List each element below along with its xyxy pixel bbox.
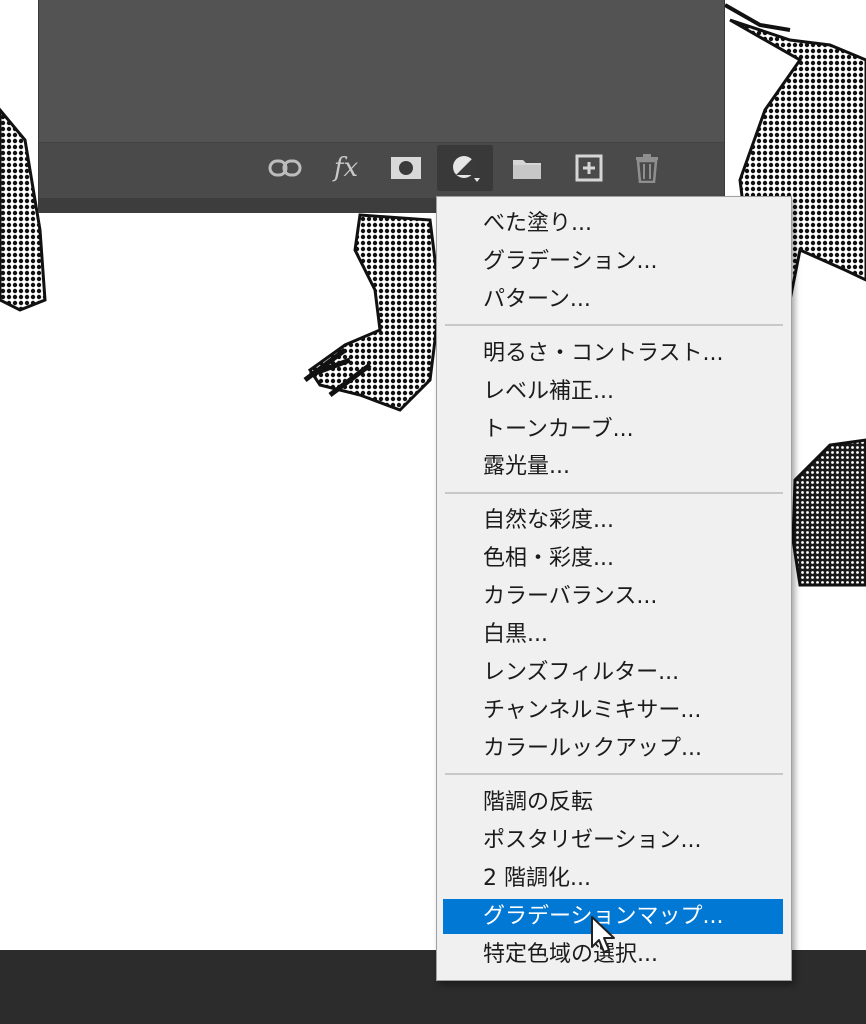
- menu-item-levels[interactable]: レベル補正...: [443, 374, 783, 409]
- menu-item-brightness-contrast[interactable]: 明るさ・コントラスト...: [443, 336, 783, 371]
- adjustment-layer-button[interactable]: [437, 145, 493, 191]
- menu-item-vibrance[interactable]: 自然な彩度...: [443, 503, 783, 538]
- menu-separator: [445, 773, 783, 775]
- menu-item-pattern[interactable]: パターン...: [443, 282, 783, 317]
- layer-style-button[interactable]: fx: [326, 148, 366, 188]
- menu-item-curves[interactable]: トーンカーブ...: [443, 412, 783, 447]
- add-mask-button[interactable]: [386, 148, 426, 188]
- layers-panel-footer: [39, 142, 724, 199]
- add-mask-icon: [391, 157, 421, 179]
- menu-item-channel-mixer[interactable]: チャンネルミキサー...: [443, 693, 783, 728]
- layers-panel: fx: [38, 0, 725, 213]
- mouse-cursor-icon: [591, 916, 615, 953]
- menu-item-posterize[interactable]: ポスタリゼーション...: [443, 823, 783, 858]
- group-folder-icon: [513, 160, 541, 179]
- adjustment-layer-menu: べた塗り... グラデーション... パターン... 明るさ・コントラスト...…: [436, 196, 792, 981]
- menu-item-gradient[interactable]: グラデーション...: [443, 244, 783, 279]
- new-layer-icon: [575, 154, 603, 182]
- menu-item-threshold[interactable]: 2 階調化...: [443, 861, 783, 896]
- link-layers-icon: [268, 159, 302, 177]
- menu-item-hue-saturation[interactable]: 色相・彩度...: [443, 541, 783, 576]
- layers-list-area: [39, 0, 724, 142]
- menu-separator: [445, 492, 783, 494]
- new-layer-button[interactable]: [569, 148, 609, 188]
- menu-item-solid-color[interactable]: べた塗り...: [443, 206, 783, 241]
- new-group-button[interactable]: [507, 148, 547, 188]
- fx-icon: fx: [333, 153, 359, 183]
- link-layers-button[interactable]: [265, 148, 305, 188]
- delete-layer-button[interactable]: [627, 148, 667, 188]
- trash-icon: [636, 154, 658, 183]
- menu-item-invert[interactable]: 階調の反転: [443, 785, 783, 820]
- menu-item-exposure[interactable]: 露光量...: [443, 449, 783, 484]
- adjustment-layer-icon: [453, 156, 480, 182]
- menu-item-color-balance[interactable]: カラーバランス...: [443, 579, 783, 614]
- menu-separator: [445, 324, 783, 326]
- menu-item-black-white[interactable]: 白黒...: [443, 617, 783, 652]
- menu-item-photo-filter[interactable]: レンズフィルター...: [443, 655, 783, 690]
- menu-item-color-lookup[interactable]: カラールックアップ...: [443, 731, 783, 766]
